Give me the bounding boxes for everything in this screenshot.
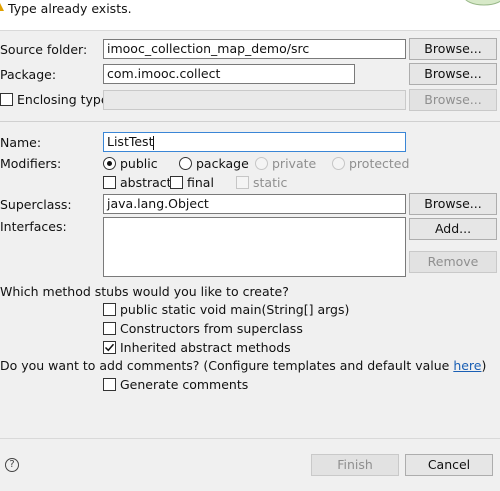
warning-icon [0,3,4,11]
wizard-banner-icon [465,0,500,6]
comments-question-text: Do you want to add comments? (Configure … [0,358,454,373]
name-field[interactable]: ListTest [103,132,406,152]
modifier-final-checkbox[interactable] [170,176,183,189]
package-field[interactable]: com.imooc.collect [103,64,355,84]
enclosing-type-browse-button[interactable]: Browse... [409,89,497,111]
generate-comments-label: Generate comments [120,377,249,392]
stub-inherited-checkbox[interactable] [103,341,116,354]
header-message: Type already exists. [8,1,132,16]
text-cursor [153,135,155,150]
enclosing-type-label: Enclosing type: [17,92,113,107]
modifier-package-radio[interactable] [179,157,192,170]
modifier-final-label: final [187,175,214,190]
checkmark-icon [104,343,115,352]
enclosing-type-field[interactable] [103,90,406,110]
interfaces-add-button[interactable]: Add... [409,218,497,240]
modifier-public-radio[interactable] [103,157,116,170]
stub-inherited-label: Inherited abstract methods [120,340,291,355]
interfaces-remove-button[interactable]: Remove [409,251,497,273]
modifier-abstract-checkbox[interactable] [103,176,116,189]
interfaces-list[interactable] [103,217,406,277]
configure-templates-link[interactable]: here [453,358,481,373]
cancel-button[interactable]: Cancel [405,454,493,476]
source-folder-label: Source folder: [0,42,88,57]
package-browse-button[interactable]: Browse... [409,63,497,85]
enclosing-type-checkbox[interactable] [0,93,13,106]
modifier-package-label: package [196,156,249,171]
section-divider [0,121,500,122]
name-value: ListTest [107,134,154,149]
modifier-protected-label: protected [349,156,410,171]
stub-main-checkbox[interactable] [103,303,116,316]
superclass-browse-button[interactable]: Browse... [409,193,497,215]
finish-button[interactable]: Finish [311,454,399,476]
stub-main-label: public static void main(String[] args) [120,302,350,317]
name-label: Name: [0,135,42,150]
modifier-static-label: static [253,175,288,190]
comments-question-suffix: ) [481,358,487,373]
modifier-private-label: private [272,156,317,171]
source-folder-browse-button[interactable]: Browse... [409,38,497,60]
modifier-protected-radio[interactable] [332,157,345,170]
modifier-static-checkbox[interactable] [236,176,249,189]
method-stubs-question: Which method stubs would you like to cre… [0,284,289,299]
modifier-private-radio[interactable] [255,157,268,170]
help-icon[interactable]: ? [5,458,19,472]
modifier-abstract-label: abstract [120,175,172,190]
stub-constructors-label: Constructors from superclass [120,321,303,336]
modifier-public-label: public [120,156,158,171]
comments-question: Do you want to add comments? (Configure … [0,358,486,373]
superclass-field[interactable]: java.lang.Object [103,194,406,214]
superclass-label: Superclass: [0,197,72,212]
stub-constructors-checkbox[interactable] [103,322,116,335]
modifiers-label: Modifiers: [0,156,62,171]
source-folder-field[interactable]: imooc_collection_map_demo/src [103,39,406,59]
radio-selected-dot [107,161,112,166]
generate-comments-checkbox[interactable] [103,378,116,391]
interfaces-label: Interfaces: [0,219,67,234]
package-label: Package: [0,67,57,82]
